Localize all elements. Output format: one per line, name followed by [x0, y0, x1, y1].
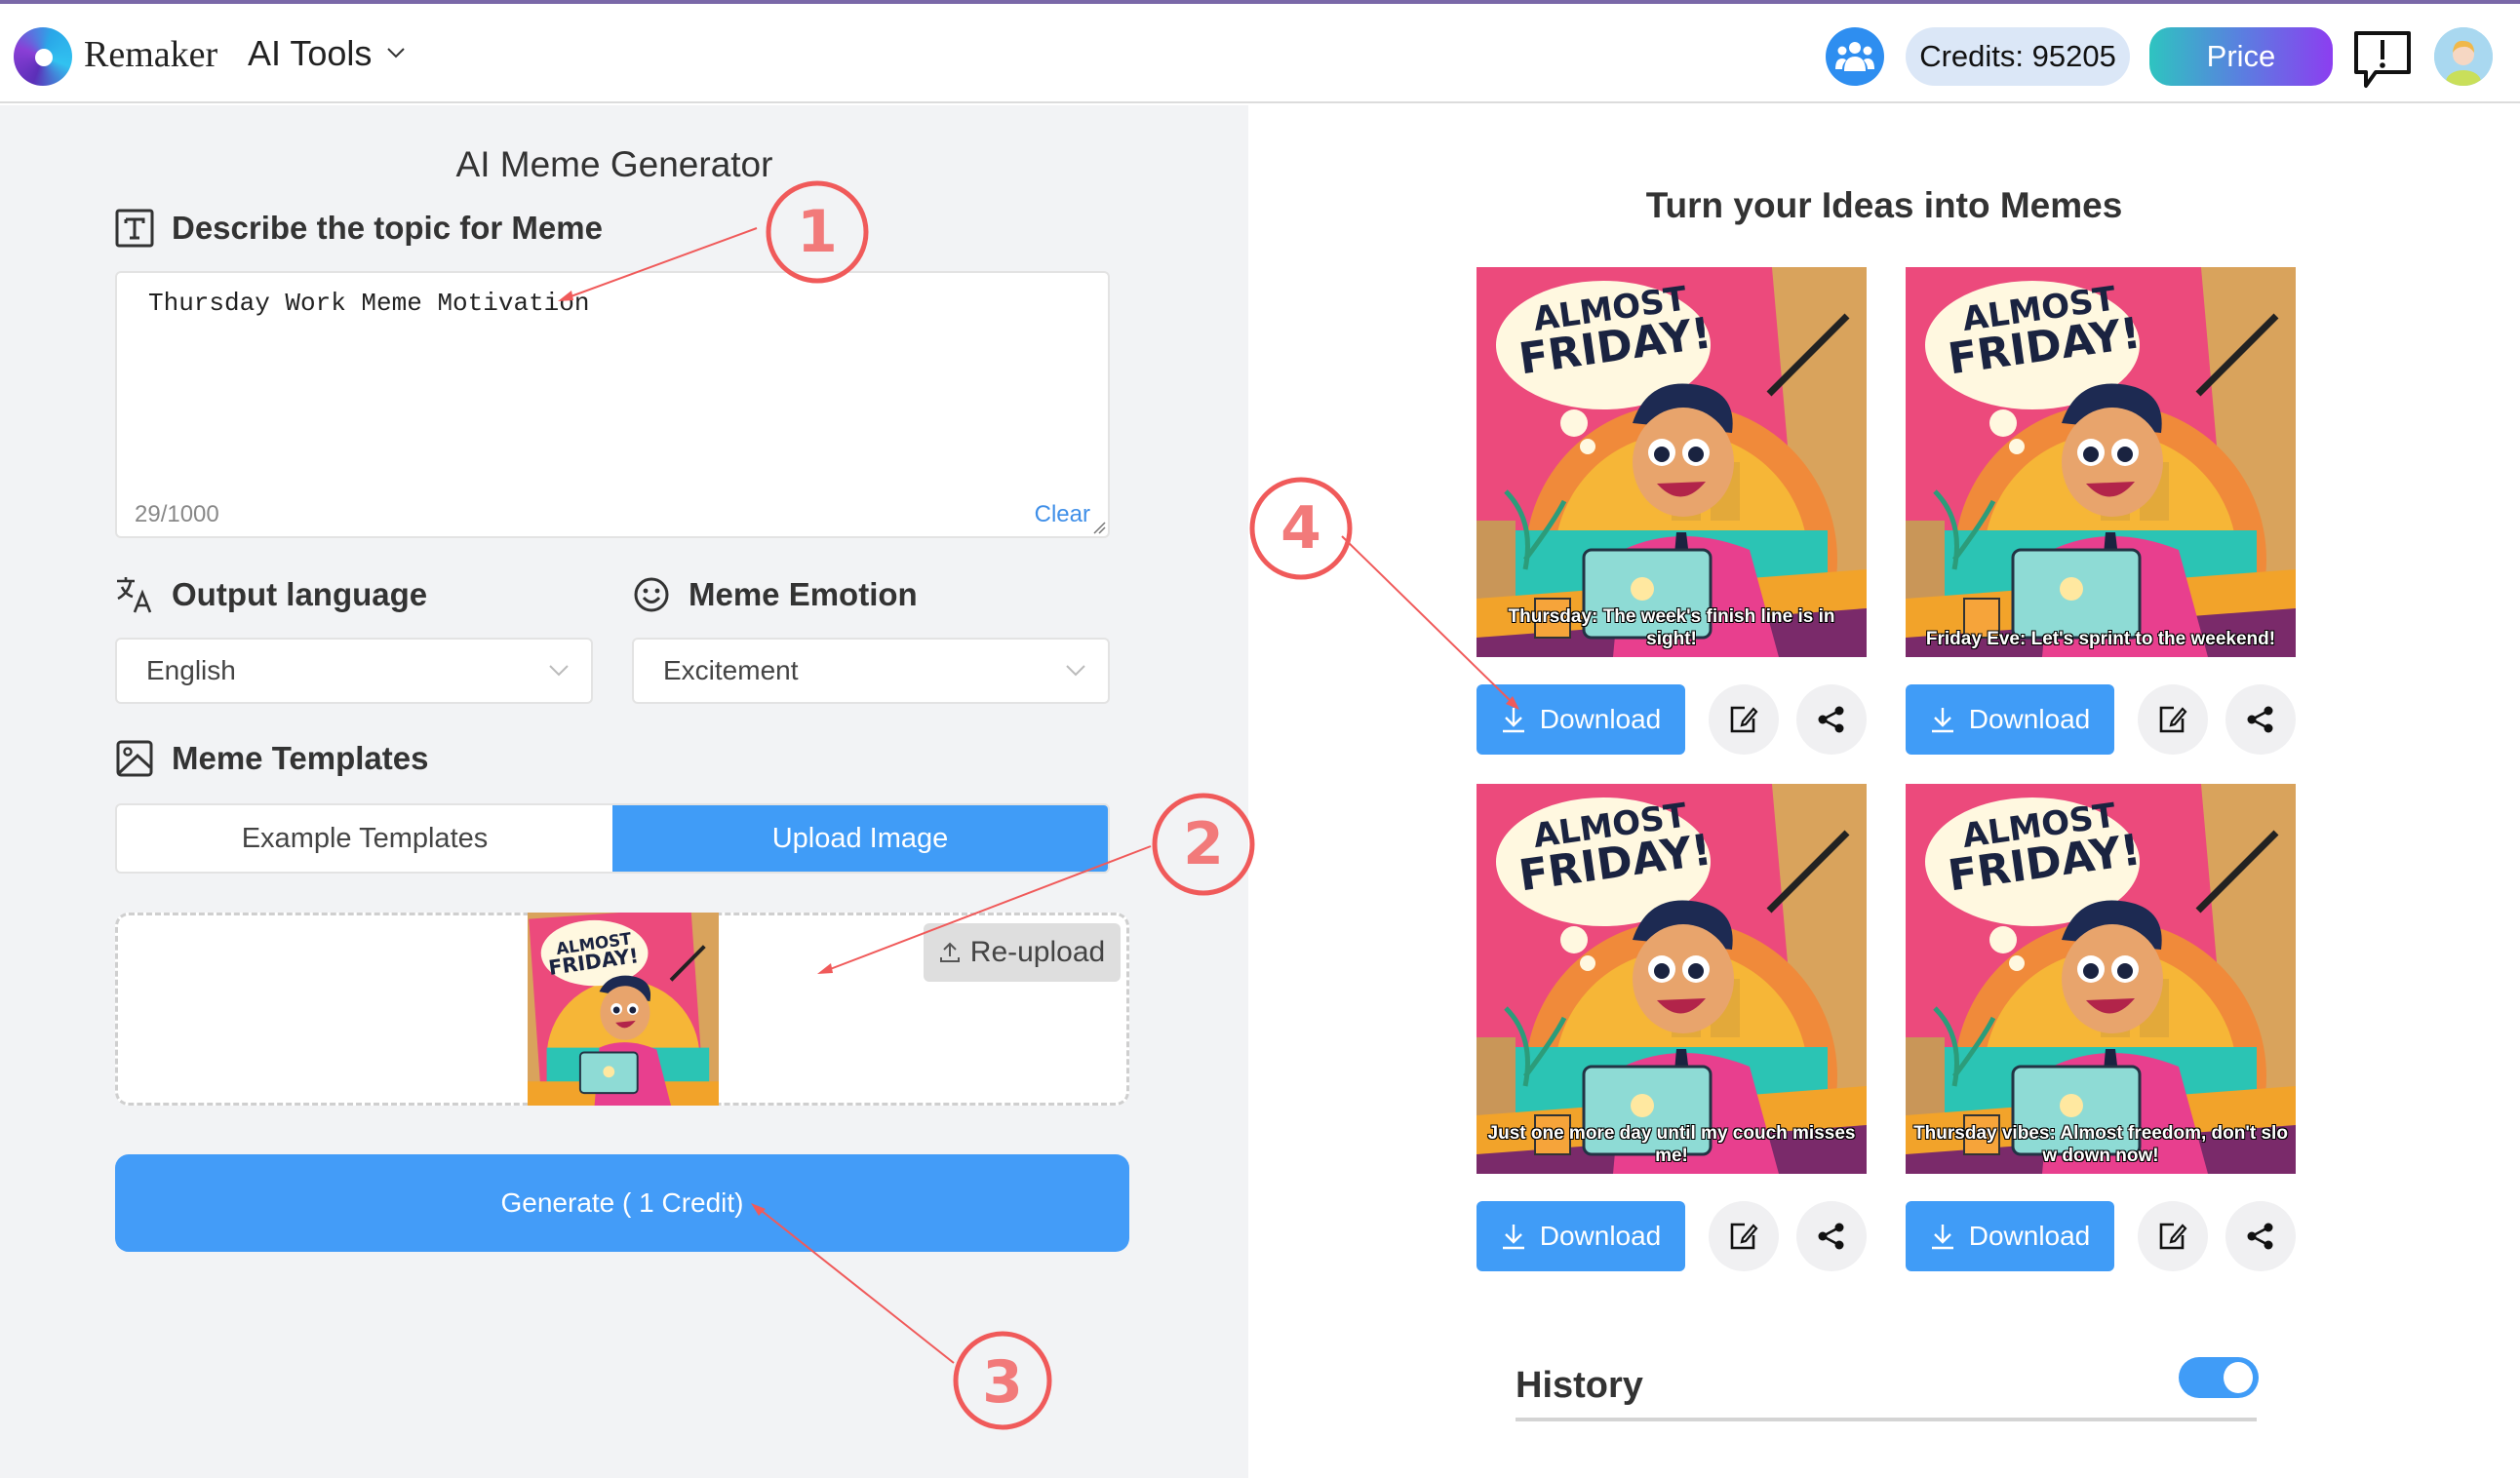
- language-select[interactable]: English: [115, 638, 593, 704]
- chevron-down-icon: [549, 665, 569, 677]
- results-title: Turn your Ideas into Memes: [1645, 185, 2123, 225]
- generator-title: AI Meme Generator: [455, 144, 773, 184]
- share-button[interactable]: [1796, 684, 1867, 755]
- toggle-knob: [2224, 1362, 2253, 1393]
- share-button[interactable]: [2225, 684, 2296, 755]
- upload-dropzone[interactable]: ALMOST FRIDAY! Re-upload: [115, 913, 1129, 1106]
- character-count: 29/1000: [135, 501, 219, 527]
- edit-icon: [2159, 1223, 2187, 1250]
- remaker-logo-icon[interactable]: [14, 27, 72, 86]
- emotion-select-value: Excitement: [663, 655, 799, 685]
- uploaded-image-thumbnail: ALMOST FRIDAY!: [528, 913, 719, 1106]
- emotion-label: Meme Emotion: [689, 576, 918, 612]
- download-icon: [1502, 708, 1524, 733]
- reupload-button[interactable]: Re-upload: [924, 923, 1121, 982]
- topic-section-label: Describe the topic for Meme: [115, 209, 603, 248]
- meme-image[interactable]: ALMOST FRIDAY! Thursday vibes: Almost fr…: [1906, 784, 2296, 1174]
- user-avatar[interactable]: [2434, 27, 2493, 86]
- language-section-label: Output language: [115, 575, 427, 614]
- reupload-label: Re-upload: [969, 936, 1106, 968]
- share-icon: [1818, 706, 1844, 733]
- language-select-value: English: [146, 655, 236, 685]
- template-tabs: Example Templates Upload Image: [115, 803, 1110, 874]
- edit-button[interactable]: [2138, 1201, 2208, 1271]
- edit-button[interactable]: [2138, 684, 2208, 755]
- edit-button[interactable]: [1709, 684, 1779, 755]
- price-button[interactable]: Price: [2149, 27, 2333, 86]
- topic-textarea[interactable]: Thursday Work Meme Motivation 29/1000 Cl…: [115, 271, 1110, 538]
- share-icon: [2247, 706, 2273, 733]
- language-label: Output language: [172, 576, 428, 612]
- meme-generator-panel: AI Meme Generator Describe the topic for…: [0, 105, 1248, 1478]
- share-icon: [1818, 1223, 1844, 1250]
- edit-icon: [1730, 1223, 1758, 1250]
- image-icon: [115, 739, 154, 778]
- history-divider: [1516, 1418, 2257, 1421]
- meme-caption: Thursday vibes: Almost freedom, don't sl…: [1913, 1123, 2288, 1167]
- meme-caption: Just one more day until my couch misses …: [1487, 1123, 1856, 1167]
- emotion-select[interactable]: Excitement: [632, 638, 1110, 704]
- chevron-down-icon: [1066, 665, 1085, 677]
- meme-image[interactable]: ALMOST FRIDAY! Thursday: The week's fini…: [1477, 267, 1867, 657]
- download-button[interactable]: Download: [1906, 1201, 2114, 1271]
- text-icon: [115, 209, 154, 248]
- brand-name[interactable]: Remaker: [84, 33, 217, 76]
- smiley-icon: [632, 575, 671, 614]
- results-panel: Turn your Ideas into Memes ALMOST FRIDAY…: [1248, 105, 2520, 1478]
- history-label: History: [1516, 1365, 1643, 1406]
- download-label: Download: [1968, 704, 2091, 734]
- download-label: Download: [1968, 1221, 2091, 1251]
- templates-label: Meme Templates: [172, 740, 429, 776]
- download-icon: [1502, 1225, 1524, 1250]
- templates-section-label: Meme Templates: [115, 739, 428, 778]
- group-icon: [1835, 42, 1874, 71]
- share-button[interactable]: [1796, 1201, 1867, 1271]
- download-button[interactable]: Download: [1477, 1201, 1685, 1271]
- download-label: Download: [1539, 1221, 1662, 1251]
- clear-button[interactable]: Clear: [1035, 501, 1090, 528]
- emotion-section-label: Meme Emotion: [632, 575, 918, 614]
- meme-image[interactable]: ALMOST FRIDAY! Friday Eve: Let's sprint …: [1906, 267, 2296, 657]
- history-toggle[interactable]: [2179, 1357, 2259, 1398]
- meme-caption: Thursday: The week's finish line is in s…: [1508, 606, 1835, 650]
- resize-handle-icon[interactable]: [1092, 521, 1106, 534]
- upload-icon: [939, 942, 960, 962]
- meme-caption: Friday Eve: Let's sprint to the weekend!: [1925, 629, 2276, 650]
- meme-image[interactable]: ALMOST FRIDAY! Just one more day until m…: [1477, 784, 1867, 1174]
- edit-icon: [1730, 706, 1758, 733]
- download-label: Download: [1539, 704, 1662, 734]
- user-avatar-icon: [2434, 27, 2493, 86]
- download-button[interactable]: Download: [1477, 684, 1685, 755]
- chevron-down-icon[interactable]: [386, 43, 406, 62]
- share-button[interactable]: [2225, 1201, 2296, 1271]
- download-button[interactable]: Download: [1906, 684, 2114, 755]
- translate-icon: [115, 575, 154, 614]
- ai-tools-menu[interactable]: AI Tools: [248, 33, 372, 74]
- tab-example-templates[interactable]: Example Templates: [117, 805, 612, 872]
- generate-button[interactable]: Generate ( 1 Credit): [115, 1154, 1129, 1252]
- edit-icon: [2159, 706, 2187, 733]
- tab-upload-image[interactable]: Upload Image: [612, 805, 1108, 872]
- topic-input-value[interactable]: Thursday Work Meme Motivation: [148, 289, 589, 318]
- download-icon: [1931, 708, 1953, 733]
- feedback-icon[interactable]: [2352, 29, 2413, 90]
- community-button[interactable]: [1826, 27, 1884, 86]
- header: Remaker AI Tools Credits: 95205 Price: [0, 4, 2520, 103]
- edit-button[interactable]: [1709, 1201, 1779, 1271]
- credits-badge[interactable]: Credits: 95205: [1906, 27, 2130, 86]
- download-icon: [1931, 1225, 1953, 1250]
- topic-label: Describe the topic for Meme: [172, 210, 603, 246]
- share-icon: [2247, 1223, 2273, 1250]
